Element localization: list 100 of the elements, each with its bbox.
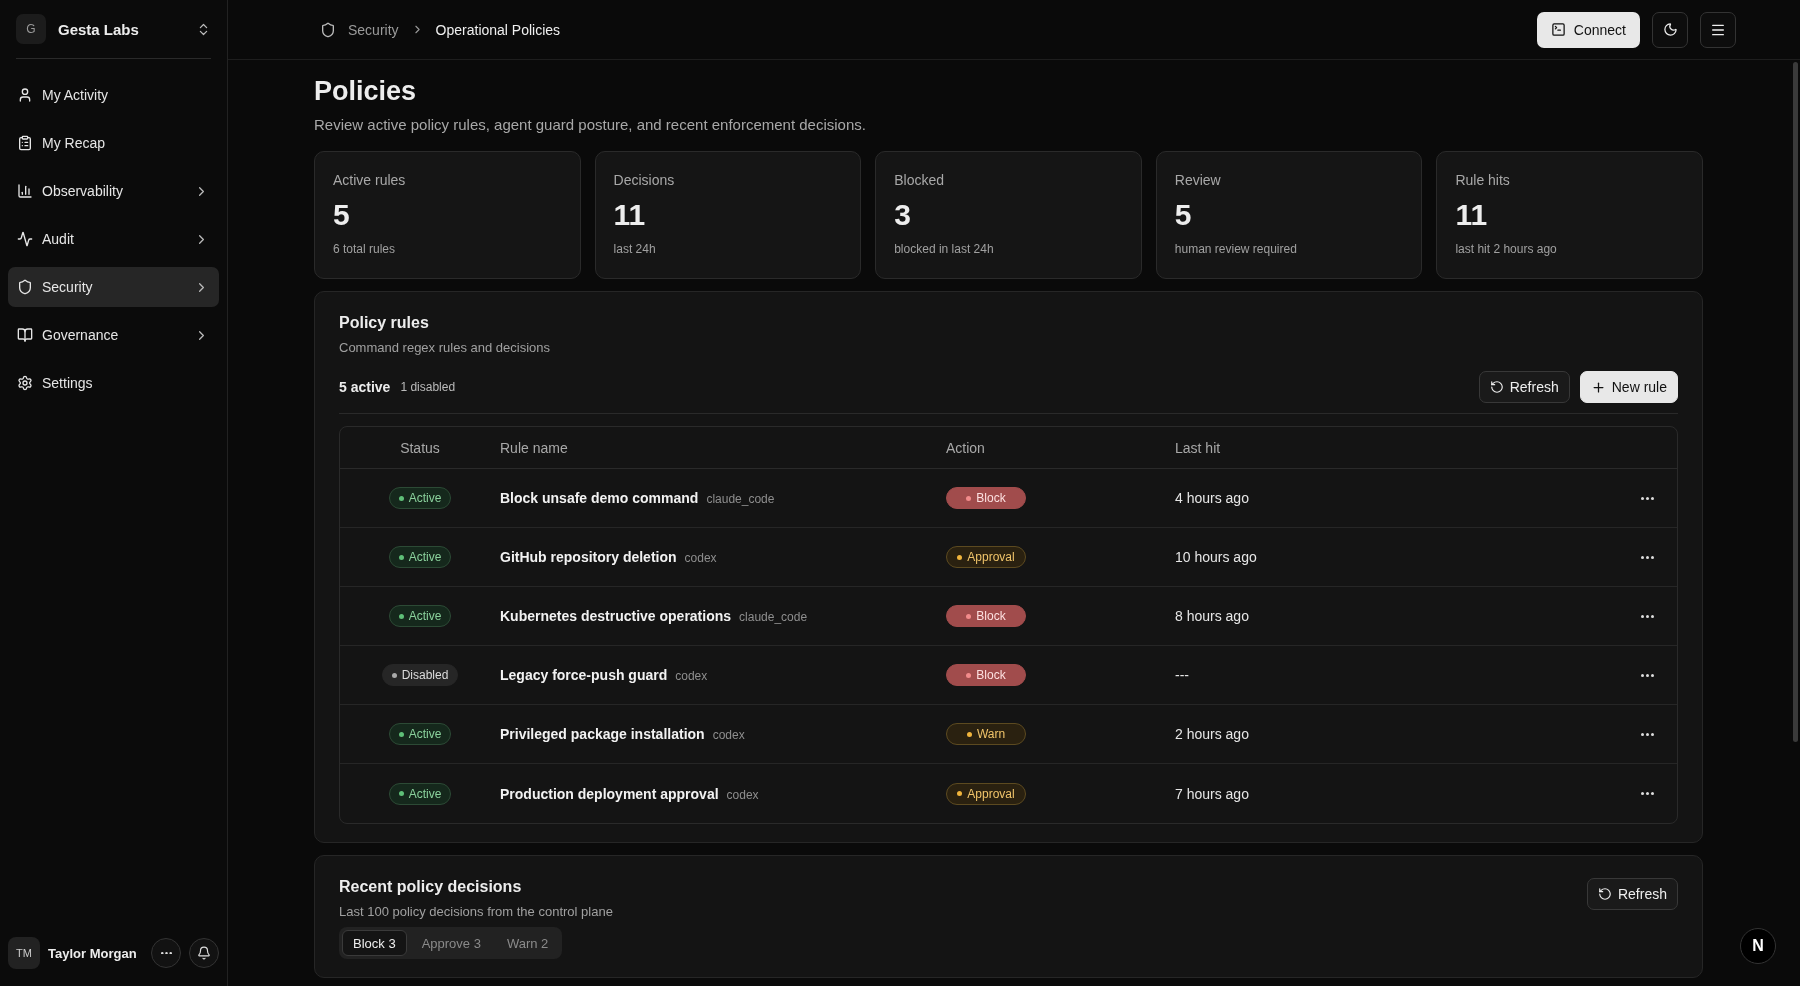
nav-item[interactable]: Governance	[8, 315, 219, 355]
decision-tab[interactable]: Approve 3	[410, 930, 492, 956]
last-hit: ---	[1175, 667, 1190, 683]
action-badge: Block	[946, 664, 1026, 686]
last-hit: 8 hours ago	[1175, 608, 1250, 624]
agent-label: codex	[712, 728, 745, 742]
stat-label: Rule hits	[1455, 172, 1511, 188]
menu-button[interactable]	[1700, 11, 1736, 48]
nav-item[interactable]: Observability	[8, 171, 219, 211]
stat-note: 6 total rules	[333, 242, 397, 256]
org-name[interactable]: Gesta Labs	[58, 20, 184, 38]
nav-item[interactable]: My Recap	[8, 123, 219, 163]
row-menu-button[interactable]	[1640, 496, 1654, 500]
column-header: Action	[946, 439, 986, 456]
stat-label: Review	[1174, 172, 1222, 188]
agent-label: claude_code	[706, 492, 775, 506]
row-menu-button[interactable]	[1640, 673, 1654, 677]
panel-title: Policy rules	[339, 314, 430, 332]
action-badge: Block	[946, 605, 1026, 627]
scrollbar[interactable]	[1793, 62, 1798, 742]
bar-chart-icon	[17, 183, 33, 199]
column-header: Last hit	[1175, 439, 1222, 456]
action-badge: Block	[946, 487, 1026, 509]
breadcrumb-link[interactable]: Operational Policies	[435, 21, 561, 38]
stat-value: 5	[333, 198, 351, 232]
clipboard-icon	[17, 135, 33, 151]
new-rule-button[interactable]: New rule	[1579, 371, 1678, 403]
stat-note: blocked in last 24h	[894, 242, 995, 256]
more-icon	[1640, 792, 1654, 795]
user-avatar: TM	[8, 937, 40, 969]
last-hit: 2 hours ago	[1175, 726, 1250, 742]
last-hit: 10 hours ago	[1175, 549, 1258, 565]
active-count: 5 active	[339, 379, 391, 395]
nav-item[interactable]: Audit	[8, 219, 219, 259]
agent-label: codex	[726, 787, 759, 802]
page-subtitle: Review active policy rules, agent guard posture, and recent enforcement decisions.	[314, 116, 867, 133]
refresh-button[interactable]: Refresh	[1478, 371, 1570, 403]
bell-icon	[197, 946, 211, 960]
row-menu-button[interactable]	[1640, 792, 1654, 795]
column-header: Rule name	[500, 439, 569, 456]
row-menu-button[interactable]	[1640, 732, 1654, 736]
action-badge: Approval	[946, 546, 1026, 568]
status-badge: Active	[388, 546, 452, 568]
panel-title: Recent policy decisions	[339, 878, 523, 896]
nav-item[interactable]: My Activity	[8, 75, 219, 115]
shield-icon	[320, 21, 336, 38]
nav-item[interactable]: Settings	[8, 363, 219, 403]
stat-value: 11	[1455, 198, 1489, 232]
more-icon	[1640, 614, 1654, 618]
last-hit: 4 hours ago	[1175, 490, 1250, 506]
floating-badge-button[interactable]: N	[1740, 928, 1776, 964]
agent-label: codex	[684, 551, 717, 565]
pulse-icon	[17, 231, 33, 247]
stat-label: Active rules	[333, 172, 407, 188]
panel-subtitle: Command regex rules and decisions	[339, 340, 551, 355]
user-name[interactable]: Taylor Morgan	[48, 945, 143, 961]
page-title: Policies	[314, 75, 418, 108]
status-badge: Active	[388, 487, 452, 509]
stat-note: last hit 2 hours ago	[1455, 242, 1558, 256]
agent-label: claude_code	[739, 610, 808, 624]
moon-icon	[1662, 22, 1678, 37]
rule-name: GitHub repository deletion	[500, 549, 677, 565]
stat-note: last 24h	[613, 242, 657, 256]
disabled-count: 1 disabled	[400, 380, 456, 394]
decision-tab[interactable]: Warn 2	[495, 930, 560, 956]
last-hit: 7 hours ago	[1175, 785, 1250, 802]
plus-icon	[1590, 379, 1606, 395]
stat-label: Decisions	[613, 172, 676, 188]
notifications-button[interactable]	[189, 938, 219, 968]
stat-label: Blocked	[894, 172, 945, 188]
more-icon	[1640, 732, 1654, 736]
rule-name: Block unsafe demo command	[500, 490, 699, 506]
row-menu-button[interactable]	[1640, 614, 1654, 618]
more-icon	[1640, 496, 1654, 500]
more-icon	[160, 951, 172, 955]
rule-name: Privileged package installation	[500, 726, 705, 742]
stat-note: human review required	[1174, 242, 1298, 256]
row-menu-button[interactable]	[1640, 555, 1654, 559]
connect-button[interactable]: Connect	[1536, 11, 1640, 48]
stat-value: 11	[613, 198, 647, 232]
theme-toggle-button[interactable]	[1652, 11, 1688, 48]
status-badge: Active	[388, 723, 452, 745]
action-badge: Warn	[946, 723, 1026, 745]
column-header: Status	[400, 439, 440, 456]
panel-subtitle: Last 100 policy decisions from the control plane	[339, 904, 613, 919]
terminal-icon	[1550, 22, 1566, 37]
action-badge: Approval	[946, 782, 1026, 805]
rule-name: Kubernetes destructive operations	[500, 608, 732, 624]
user-icon	[17, 87, 33, 103]
book-icon	[17, 327, 33, 343]
rule-name: Legacy force-push guard	[500, 667, 668, 683]
refresh-icon	[1489, 380, 1504, 394]
status-badge: Disabled	[381, 664, 459, 686]
status-badge: Active	[388, 782, 452, 805]
shield-icon	[17, 279, 33, 295]
agent-label: codex	[675, 669, 708, 683]
refresh-button[interactable]: Refresh	[1586, 878, 1678, 910]
breadcrumb-link[interactable]: Security	[348, 21, 399, 38]
nav-item[interactable]: Security	[8, 267, 219, 307]
decision-tab[interactable]: Block 3	[342, 930, 407, 956]
